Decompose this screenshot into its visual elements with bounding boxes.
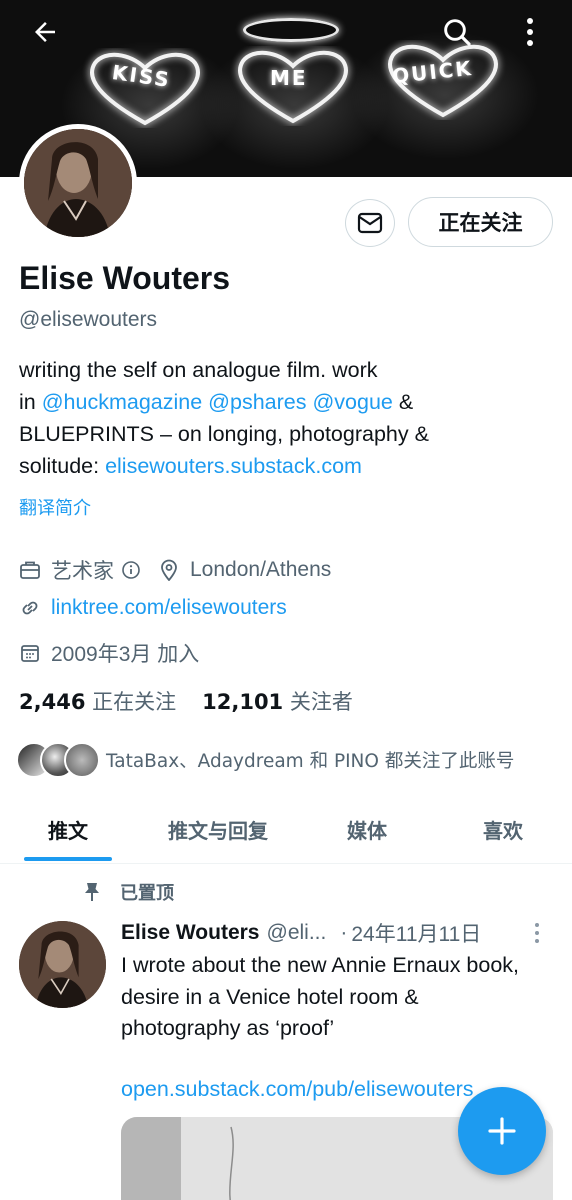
search-button[interactable] — [435, 10, 479, 54]
tab-tweets-and-replies[interactable]: 推文与回复 — [136, 796, 300, 863]
mention-link-vogue[interactable]: @vogue — [312, 390, 392, 414]
tab-label: 喜欢 — [483, 819, 523, 843]
profile-location: London/Athens — [190, 558, 332, 581]
search-icon — [444, 19, 471, 46]
following-button[interactable]: 正在关注 — [408, 197, 553, 247]
tweet-text: I wrote about the new Annie Ernaux book,… — [121, 953, 520, 1040]
following-label: 正在关注 — [92, 690, 177, 714]
profile-meta-row: 艺术家 London/Athens — [19, 555, 331, 585]
followed-by-text: TataBax、Adaydream 和 PINO 都关注了此账号 — [106, 751, 515, 772]
mention-link-pshares[interactable]: @pshares — [208, 390, 306, 414]
tab-tweets[interactable]: 推文 — [0, 796, 136, 863]
followers-count: 12,101 — [202, 690, 284, 714]
tab-label: 推文与回复 — [168, 819, 268, 843]
followers-count-link[interactable]: 12,101 关注者 — [202, 686, 353, 716]
followers-label: 关注者 — [289, 690, 353, 714]
profile-joined-date: 2009年3月 加入 — [51, 643, 200, 666]
bio-line: BLUEPRINTS – on longing, photography & — [19, 422, 429, 446]
active-tab-indicator — [24, 857, 112, 861]
following-count-link[interactable]: 2,446 正在关注 — [19, 686, 176, 716]
more-options-button[interactable] — [508, 10, 552, 54]
substack-link[interactable]: elisewouters.substack.com — [105, 454, 362, 478]
arrow-left-icon — [35, 22, 55, 42]
mention-link-huckmagazine[interactable]: @huckmagazine — [42, 390, 202, 414]
neon-lips-icon — [243, 18, 339, 42]
profile-category: 艺术家 — [51, 560, 114, 583]
envelope-icon — [357, 212, 383, 234]
bio-text: solitude: — [19, 454, 106, 478]
translate-bio-link[interactable]: 翻译简介 — [19, 494, 91, 520]
message-button[interactable] — [345, 199, 395, 247]
tweet-author-name[interactable]: Elise Wouters — [121, 921, 260, 945]
tab-likes[interactable]: 喜欢 — [434, 796, 572, 863]
profile-website-row: linktree.com/elisewouters — [19, 596, 287, 620]
more-vertical-icon — [527, 18, 533, 46]
bio-line: in @huckmagazine @pshares @vogue & — [19, 386, 539, 418]
tab-label: 推文 — [48, 819, 88, 843]
followed-by-row[interactable]: TataBax、Adaydream 和 PINO 都关注了此账号 — [16, 742, 514, 778]
tweet-header: Elise Wouters @eli... · 24年11月11日 — [121, 918, 481, 948]
bio-line: writing the self on analogue film. work — [19, 358, 378, 382]
tweet-link[interactable]: open.substack.com/pub/elisewouters — [121, 1077, 521, 1102]
plus-icon — [488, 1117, 516, 1145]
profile-joined-row: 2009年3月 加入 — [19, 638, 199, 668]
portrait-image — [19, 921, 106, 1008]
pinned-label: 已置顶 — [120, 883, 174, 904]
tweet-separator: · — [340, 921, 348, 944]
follow-counts: 2,446 正在关注 12,101 关注者 — [19, 686, 353, 716]
profile-name: Elise Wouters — [19, 260, 231, 296]
tweet-more-button[interactable] — [533, 922, 541, 948]
calendar-icon — [19, 642, 41, 664]
profile-handle: @elisewouters — [19, 308, 158, 331]
tweet-author-avatar[interactable] — [19, 921, 106, 1008]
follower-avatar — [64, 742, 100, 778]
tweet-date: 24年11月11日 — [351, 923, 482, 946]
bio-text: & — [392, 390, 414, 414]
heart-text-me: ME — [270, 66, 308, 90]
tab-label: 媒体 — [347, 819, 387, 843]
tweet-author-handle: @eli... — [266, 921, 327, 944]
tab-media[interactable]: 媒体 — [300, 796, 434, 863]
bio-text: in — [19, 390, 42, 414]
portrait-image — [24, 129, 132, 237]
profile-bio: writing the self on analogue film. work … — [19, 354, 539, 482]
profile-avatar[interactable] — [19, 124, 137, 242]
more-vertical-icon — [535, 923, 539, 943]
compose-tweet-button[interactable] — [458, 1087, 546, 1175]
info-icon[interactable] — [120, 559, 142, 581]
pin-icon — [85, 883, 99, 901]
back-button[interactable] — [23, 10, 67, 54]
profile-website-link[interactable]: linktree.com/elisewouters — [51, 596, 287, 620]
following-count: 2,446 — [19, 690, 86, 714]
link-icon — [19, 597, 41, 619]
pinned-indicator: 已置顶 — [82, 879, 174, 905]
bio-line: solitude: elisewouters.substack.com — [19, 450, 539, 482]
location-pin-icon — [158, 559, 180, 581]
profile-tabs: 推文 推文与回复 媒体 喜欢 — [0, 796, 572, 864]
briefcase-icon — [19, 559, 41, 581]
